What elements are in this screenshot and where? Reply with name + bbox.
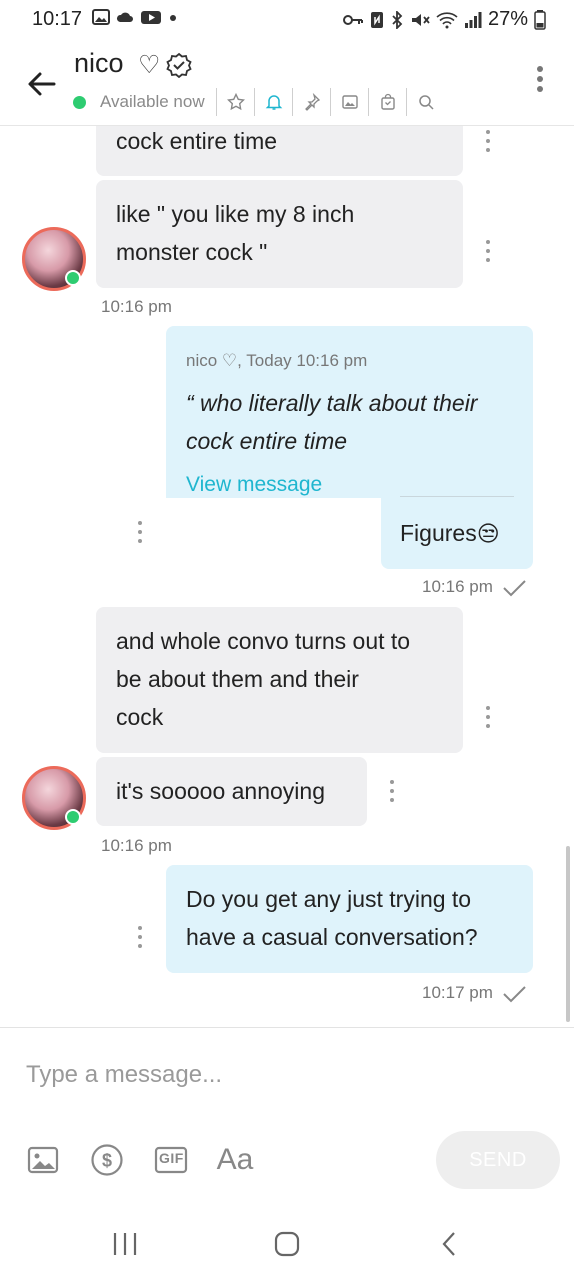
wifi-icon [436, 11, 458, 28]
composer-divider [0, 1027, 574, 1028]
header-actions [216, 88, 444, 116]
message-text: Figures [400, 520, 477, 546]
recents-nav-button[interactable] [100, 1220, 150, 1268]
status-bar: 10:17 27% [0, 0, 574, 40]
status-time: 10:17 [32, 8, 83, 30]
message-timestamp: 10:16 pm [101, 297, 172, 316]
reply-meta: nico ♡, Today 10:16 pm [186, 351, 368, 370]
image-icon [27, 1146, 59, 1174]
gif-button[interactable]: GIF [154, 1140, 188, 1180]
purchases-button[interactable] [368, 88, 406, 116]
availability-status: Available now [100, 92, 205, 111]
message-text-line: have a casual conversation? [186, 924, 478, 950]
chat-scrollbar[interactable] [566, 846, 570, 1022]
reply-quote-line: “ who literally talk about their [186, 390, 478, 416]
message-text-line: cock [116, 704, 164, 730]
star-icon [226, 93, 245, 111]
avatar-online-dot [65, 809, 81, 825]
image-icon [341, 95, 358, 109]
media-button[interactable] [330, 88, 368, 116]
message-options-icon[interactable] [137, 521, 143, 543]
home-nav-button[interactable] [262, 1220, 312, 1268]
heart-icon: ♡ [138, 51, 161, 79]
gif-label: GIF [159, 1150, 184, 1166]
message-bubble-outgoing[interactable]: Do you get any just trying to have a cas… [166, 865, 533, 973]
dot-icon [170, 15, 176, 21]
text-format-button[interactable]: Aa [214, 1140, 256, 1180]
bell-icon [265, 95, 282, 110]
message-options-icon[interactable] [485, 706, 491, 728]
send-button[interactable]: SEND [436, 1131, 560, 1189]
tip-button[interactable]: $ [89, 1140, 125, 1180]
message-options-icon[interactable] [485, 240, 491, 262]
back-icon [442, 1232, 455, 1256]
contact-name[interactable]: nico [74, 48, 124, 79]
home-icon [274, 1231, 300, 1257]
battery-percent: 27% [487, 8, 528, 30]
message-text-line: be about them and their [116, 666, 359, 692]
status-left-icons [92, 9, 178, 25]
text-format-icon: Aa [216, 1143, 254, 1176]
search-button[interactable] [406, 88, 444, 116]
message-bubble-incoming[interactable]: and whole convo turns out to be about th… [96, 607, 463, 753]
key-icon [342, 14, 363, 25]
pin-button[interactable] [292, 88, 330, 116]
reply-bubble-outgoing[interactable]: nico ♡, Today 10:16 pm “ who literally t… [166, 326, 533, 498]
more-options-icon[interactable] [536, 66, 544, 96]
search-icon [418, 95, 434, 110]
image-icon [92, 9, 110, 25]
favorite-button[interactable] [216, 88, 254, 116]
message-bubble-incoming[interactable]: like " you like my 8 inch monster cock " [96, 180, 463, 288]
message-options-icon[interactable] [389, 780, 395, 802]
message-options-icon[interactable] [485, 130, 491, 152]
attach-image-button[interactable] [26, 1140, 60, 1180]
reply-divider [400, 496, 514, 497]
back-arrow-icon[interactable] [24, 66, 60, 102]
bluetooth-icon [392, 10, 403, 29]
status-right: 27% [342, 8, 546, 31]
message-timestamp: 10:16 pm [422, 577, 493, 596]
cloud-icon [116, 12, 133, 22]
message-options-icon[interactable] [137, 926, 143, 948]
recents-icon [113, 1233, 137, 1255]
online-status-dot [73, 96, 86, 109]
nfc-icon [370, 11, 383, 28]
svg-text:$: $ [102, 1151, 112, 1171]
back-nav-button[interactable] [424, 1220, 474, 1268]
message-timestamp: 10:16 pm [101, 836, 172, 855]
verified-badge-icon [166, 52, 192, 78]
unamused-emoji: 😒 [476, 521, 500, 546]
avatar-online-dot [65, 270, 81, 286]
reply-quote-line: cock entire time [186, 428, 348, 454]
message-text: it's sooooo annoying [116, 778, 325, 804]
chat-header: nico ♡ Available now [0, 40, 574, 126]
message-text: cock entire time [116, 128, 278, 154]
message-bubble-incoming[interactable]: it's sooooo annoying [96, 757, 367, 826]
dollar-icon: $ [91, 1144, 123, 1176]
message-timestamp: 10:17 pm [422, 983, 493, 1002]
read-check-icon [503, 986, 526, 1003]
message-bubble-outgoing[interactable]: Figures😒 [381, 497, 533, 569]
message-bubble-incoming[interactable]: cock entire time [96, 126, 463, 176]
battery-icon [534, 9, 546, 30]
message-text-line: monster cock " [116, 239, 268, 265]
read-check-icon [503, 580, 526, 597]
mute-icon [411, 13, 430, 26]
bag-icon [380, 93, 395, 110]
message-text-line: Do you get any just trying to [186, 886, 472, 912]
pin-icon [304, 93, 320, 111]
signal-icon [464, 11, 482, 28]
message-text-line: like " you like my 8 inch [116, 201, 355, 227]
notifications-button[interactable] [254, 88, 292, 116]
message-input[interactable] [26, 1055, 546, 1095]
youtube-icon [141, 11, 161, 24]
message-text-line: and whole convo turns out to [116, 628, 411, 654]
